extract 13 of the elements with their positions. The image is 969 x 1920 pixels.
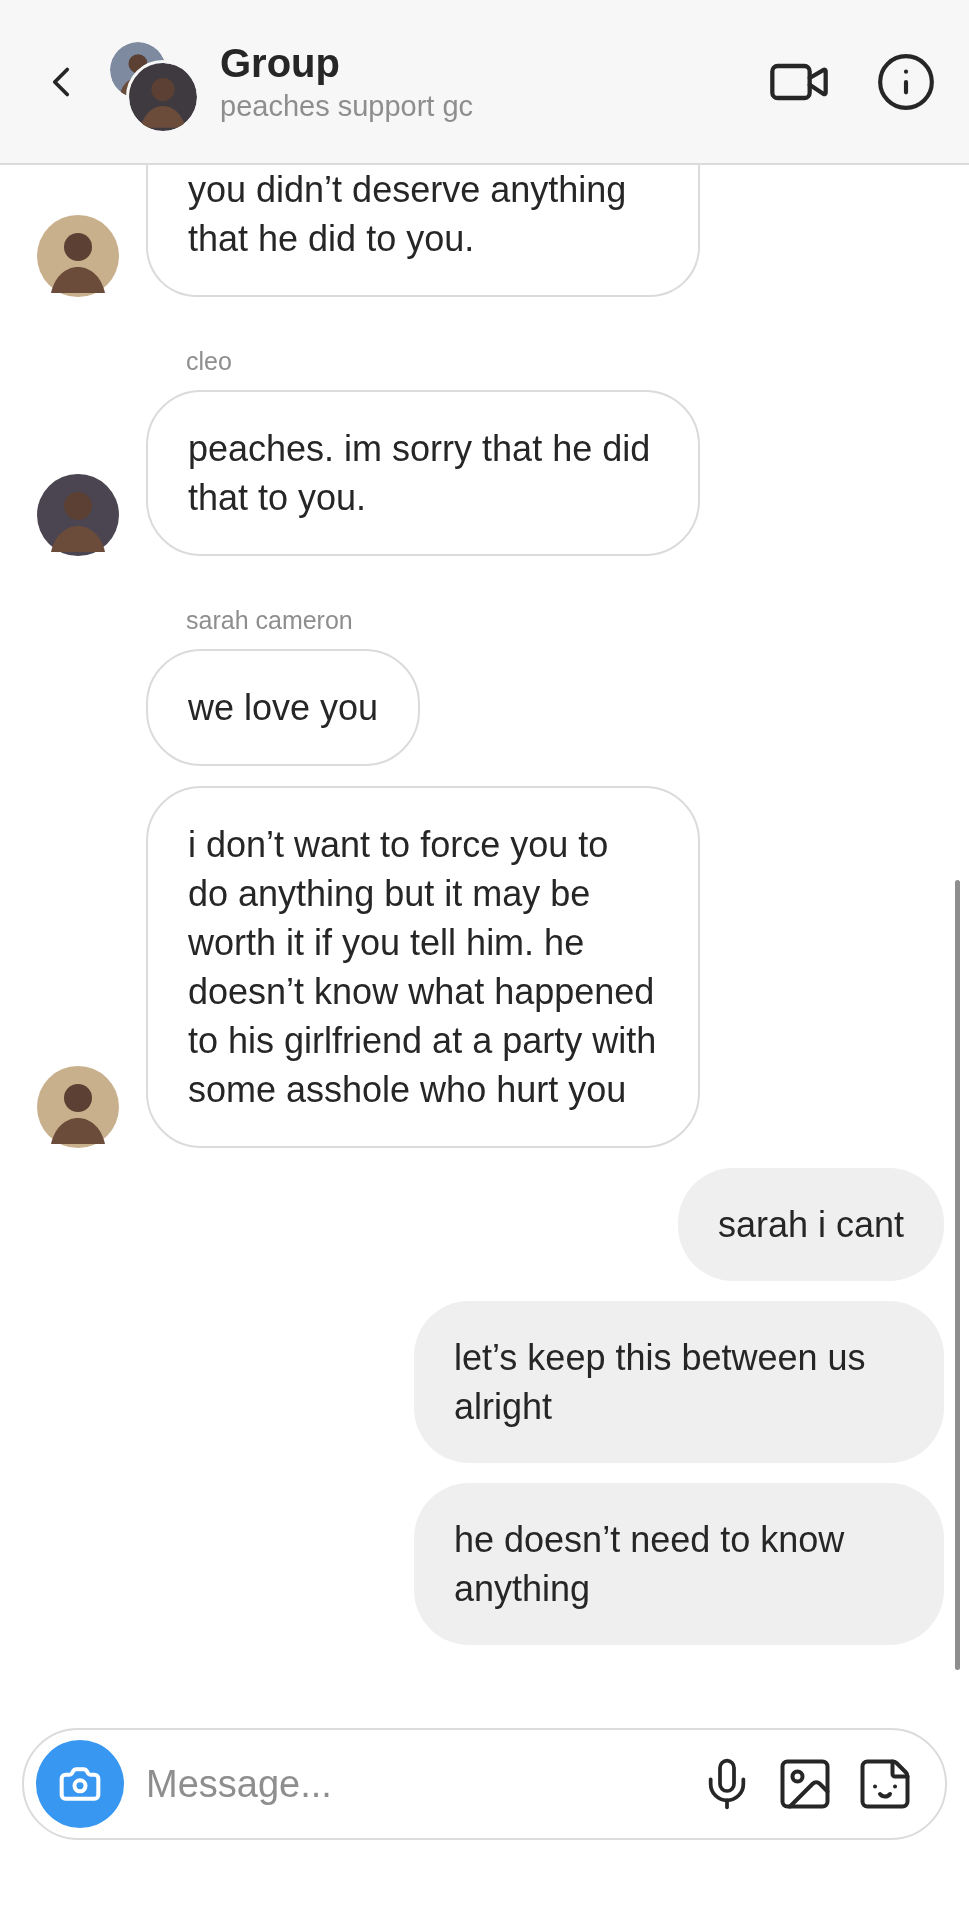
message-bubble: let’s keep this between us alright <box>414 1301 944 1463</box>
sender-name: sarah cameron <box>186 606 353 635</box>
message-bubble: you didn’t deserve anything that he did to you. <box>146 165 700 297</box>
message-field[interactable]: Message... <box>144 1761 679 1807</box>
message-bubble: peaches. im sorry that he did that to you. <box>146 390 700 556</box>
message-bubble: sarah i cant <box>677 1168 944 1281</box>
chat-title: Group <box>220 40 341 86</box>
camera-button[interactable] <box>36 1740 124 1828</box>
message-bubble: we love you <box>146 649 421 766</box>
chat-subtitle: peaches support gc <box>220 89 475 123</box>
message-bubble: he doesn’t need to know anything <box>414 1483 944 1645</box>
sender-name: cleo <box>186 347 232 376</box>
message-bubble: i don’t want to force you to do anything but it may be worth it if you tell him. he doesn’t know what happened to his girlfriend at a party with some asshole who hurt you <box>146 786 700 1148</box>
